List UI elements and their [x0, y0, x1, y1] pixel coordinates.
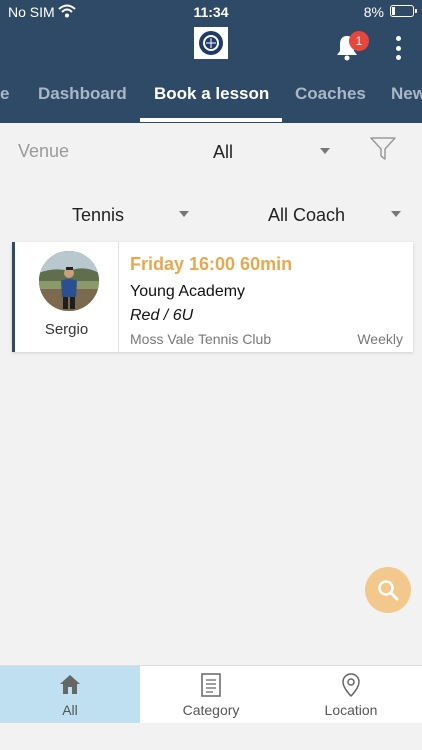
tab-news[interactable]: New	[391, 84, 422, 104]
tab-book-a-lesson[interactable]: Book a lesson	[154, 84, 269, 104]
lesson-venue: Moss Vale Tennis Club	[130, 331, 272, 347]
tab-home[interactable]: e	[0, 84, 9, 104]
sport-select[interactable]: Tennis	[72, 205, 124, 226]
search-icon	[378, 580, 399, 601]
venue-select[interactable]: All	[213, 142, 233, 163]
lesson-card[interactable]: Sergio Friday 16:00 60min Young Academy …	[12, 242, 413, 352]
nav-all[interactable]: All	[0, 666, 140, 724]
nav-location[interactable]: Location	[281, 666, 421, 724]
location-pin-icon	[342, 673, 360, 698]
card-divider	[118, 242, 119, 352]
coach-avatar	[39, 251, 99, 311]
battery-percent: 8%	[363, 4, 384, 20]
nav-all-label: All	[62, 702, 78, 718]
lesson-name: Young Academy	[130, 283, 246, 300]
search-button[interactable]	[365, 567, 411, 613]
nav-location-label: Location	[324, 702, 378, 718]
nav-category-label: Category	[182, 702, 240, 718]
lesson-frequency: Weekly	[357, 331, 403, 347]
home-indicator-area	[0, 723, 422, 750]
coach-select[interactable]: All Coach	[268, 205, 345, 226]
venue-label: Venue	[18, 141, 70, 161]
active-tab-indicator	[140, 118, 282, 122]
venue-chevron-down-icon[interactable]	[320, 148, 330, 154]
lesson-level: Red / 6U	[130, 307, 194, 324]
club-logo	[194, 27, 228, 59]
tab-coaches[interactable]: Coaches	[295, 84, 366, 104]
clock: 11:34	[193, 4, 229, 20]
filter-icon[interactable]	[369, 136, 397, 162]
lesson-time: Friday 16:00 60min	[130, 254, 293, 274]
app-header: No SIM 11:34 8% 1 e Dashboard Book a les…	[0, 0, 422, 123]
more-menu-icon[interactable]	[394, 36, 402, 60]
tab-bar: e Dashboard Book a lesson Coaches New	[0, 70, 422, 123]
category-icon	[201, 673, 221, 697]
status-bar: No SIM 11:34 8%	[0, 0, 422, 24]
sport-chevron-down-icon[interactable]	[179, 211, 189, 217]
coach-name: Sergio	[44, 321, 89, 338]
notification-badge: 1	[349, 31, 369, 51]
coach-chevron-down-icon[interactable]	[391, 211, 401, 217]
tab-dashboard[interactable]: Dashboard	[38, 84, 127, 104]
bottom-navigation: All Category Location	[0, 665, 422, 724]
nav-category[interactable]: Category	[141, 666, 281, 724]
battery-icon	[390, 5, 417, 17]
home-icon	[60, 675, 80, 694]
